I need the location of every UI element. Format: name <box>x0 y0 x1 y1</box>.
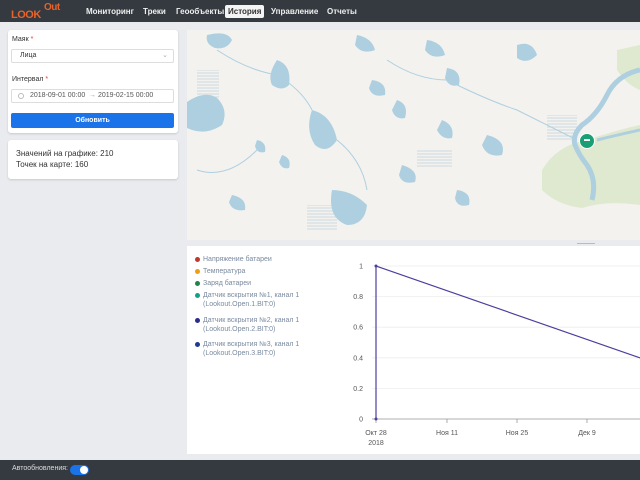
date-range-picker[interactable]: 2018-09-01 00:00 → 2019-02-15 00:00 <box>11 89 174 103</box>
y-tick-label: 0.6 <box>353 325 363 332</box>
beacon-select-value: Лица <box>20 52 37 59</box>
x-tick-label: Ноя 11 <box>436 430 458 437</box>
legend-label: Датчик вскрытия №2, канал 1 <box>203 317 300 324</box>
x-tick-label: Дек 9 <box>578 430 596 437</box>
car-marker-icon[interactable]: ▬ <box>579 133 595 149</box>
legend-label: Температура <box>203 268 246 275</box>
nav-reports[interactable]: Отчеты <box>324 5 360 18</box>
map-view[interactable]: ▬ <box>187 30 640 240</box>
autoupdate-toggle[interactable] <box>70 465 89 475</box>
legend-label: Заряд батареи <box>203 280 252 287</box>
legend-dot-icon <box>195 257 200 262</box>
interval-label: Интервал * <box>12 76 49 83</box>
legend-dot-icon <box>195 342 200 347</box>
legend-label: Датчик вскрытия №1, канал 1 <box>203 292 300 299</box>
x-tick-label: Ноя 25 <box>506 430 529 437</box>
legend-label-sub: (Lookout.Open.1.BIT:0) <box>203 301 276 308</box>
chart-panel: Напряжение батареи Температура Заряд батар… <box>187 246 640 454</box>
legend-dot-icon <box>195 318 200 323</box>
legend-label-sub: (Lookout.Open.2.BIT:0) <box>203 326 276 333</box>
data-point <box>374 264 378 268</box>
splitter-handle[interactable] <box>577 243 595 244</box>
y-tick-label: 0.4 <box>353 355 363 362</box>
nav-monitoring[interactable]: Мониторинг <box>83 5 137 18</box>
y-tick-label: 1 <box>359 264 363 271</box>
x-tick-sublabel: 2018 <box>368 440 384 447</box>
calendar-icon <box>18 93 24 99</box>
series-line <box>375 265 640 419</box>
arrow-right-icon: → <box>89 92 96 99</box>
x-tick-label: Окт 28 <box>365 430 387 437</box>
nav-geoobjects[interactable]: Геообъекты <box>173 5 227 18</box>
beacon-select[interactable]: Лица ⌄ <box>11 49 174 63</box>
logo-look-text: LOOK <box>11 9 41 21</box>
lookout-logo[interactable]: LOOK Out <box>10 2 66 21</box>
map-points-count: Точек на карте: 160 <box>16 160 89 169</box>
y-tick-label: 0.8 <box>353 294 363 301</box>
toggle-knob <box>80 466 88 474</box>
nav-history[interactable]: История <box>225 5 265 18</box>
chevron-down-icon: ⌄ <box>162 52 168 59</box>
map-canvas[interactable] <box>187 30 640 240</box>
autoupdate-label: Автообновления: <box>12 465 68 472</box>
nav-tracks[interactable]: Треки <box>140 5 169 18</box>
legend-dot-icon <box>195 281 200 286</box>
date-from-field[interactable]: 2018-09-01 00:00 <box>30 90 85 102</box>
logo-out-text: Out <box>44 2 60 13</box>
legend-label: Датчик вскрытия №3, канал 1 <box>203 341 300 348</box>
bottom-bar: Автообновления: <box>0 460 640 480</box>
legend-dot-icon <box>195 269 200 274</box>
legend-label: Напряжение батареи <box>203 256 272 263</box>
chart-values-count: Значений на графике: 210 <box>16 149 114 158</box>
y-tick-label: 0.2 <box>353 386 363 393</box>
top-navbar: LOOK Out Мониторинг Треки Геообъекты Ист… <box>0 0 640 22</box>
beacon-label: Маяк * <box>12 36 34 43</box>
legend-label-sub: (Lookout.Open.3.BIT:0) <box>203 350 276 357</box>
nav-management[interactable]: Управление <box>268 5 321 18</box>
date-to-field[interactable]: 2019-02-15 00:00 <box>98 90 153 102</box>
y-tick-label: 0 <box>359 417 363 424</box>
data-point <box>374 417 378 421</box>
legend-dot-icon <box>195 293 200 298</box>
refresh-button[interactable]: Обновить <box>11 113 174 128</box>
